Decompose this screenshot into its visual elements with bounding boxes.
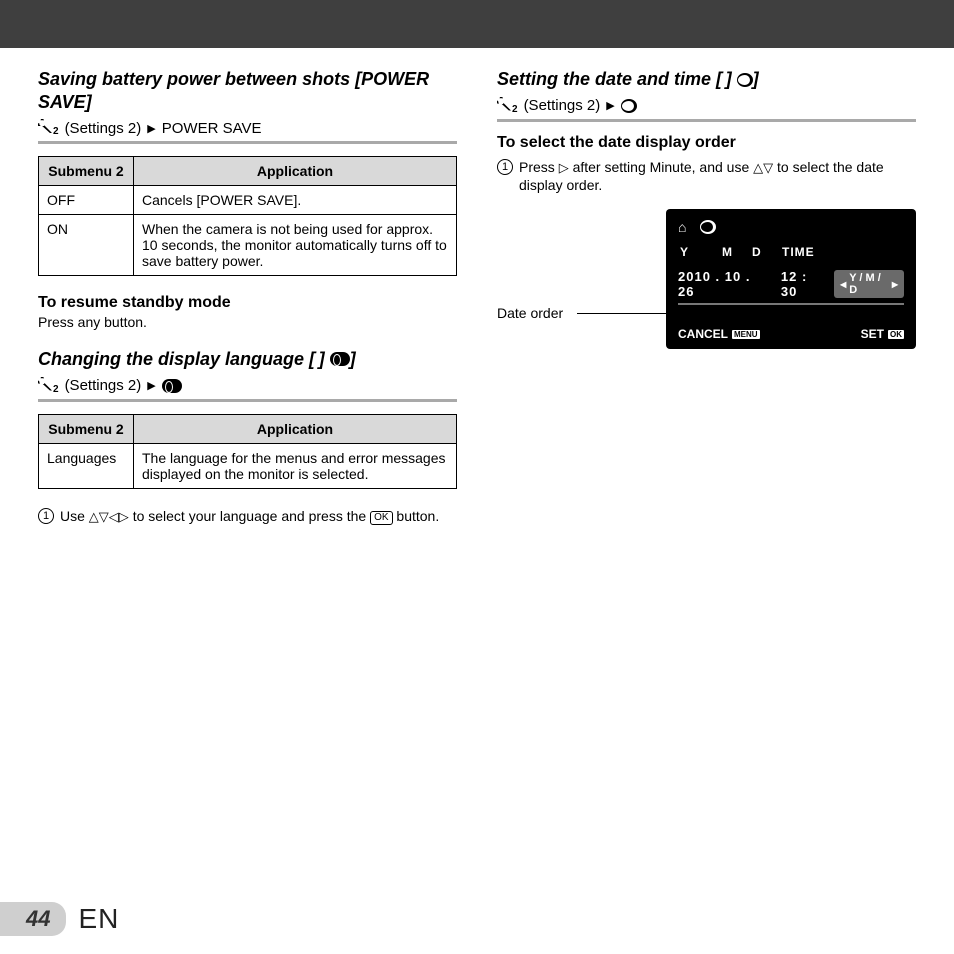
- language-table: Submenu 2 Application Languages The lang…: [38, 414, 457, 489]
- clock-icon: [621, 99, 637, 113]
- lcd-date: 2010 . 10 . 26: [678, 269, 767, 299]
- dpad-up-icon: △: [753, 160, 763, 175]
- callout-date-order: Date order: [497, 305, 563, 321]
- wrench-icon: 2: [38, 377, 59, 395]
- cell-languages: Languages: [39, 443, 134, 488]
- wrench-icon: 2: [38, 119, 59, 137]
- th-submenu: Submenu 2: [39, 157, 134, 186]
- cell-off: OFF: [39, 186, 134, 215]
- lcd-hdr-time: TIME: [782, 245, 815, 259]
- step-text: Press: [519, 159, 559, 175]
- th-submenu: Submenu 2: [39, 414, 134, 443]
- camera-lcd: ⌂ Y M D TIME 2010 . 10 . 26 12 : 30 ◀ Y …: [666, 209, 916, 349]
- page-number: 44: [0, 902, 66, 936]
- section-title-datetime-text: Setting the date and time [ ]: [497, 69, 732, 89]
- resume-text: Press any button.: [38, 314, 457, 330]
- dpad-right-icon: ▷: [559, 160, 569, 175]
- right-column: Setting the date and time [ ] ] 2 (Setti…: [497, 68, 916, 525]
- crumb-text: (Settings 2): [65, 377, 142, 394]
- wrench-icon: 2: [497, 97, 518, 115]
- clock-icon: [700, 220, 716, 234]
- dpad-right-icon: ▷: [119, 509, 129, 524]
- step-text: to select your language and press the: [133, 508, 370, 524]
- table-row: Languages The language for the menus and…: [39, 443, 457, 488]
- section-title-language: Changing the display language [ ] ]: [38, 348, 457, 371]
- section-title-datetime: Setting the date and time [ ] ]: [497, 68, 916, 91]
- language-step-1: 1 Use △▽◁▷ to select your language and p…: [38, 507, 457, 526]
- lcd-order-value: Y / M / D: [849, 272, 889, 296]
- date-order-heading: To select the date display order: [497, 134, 916, 152]
- globe-icon: [162, 379, 182, 393]
- lcd-cancel: CANCEL MENU: [678, 327, 760, 341]
- lcd-date-order-selector[interactable]: ◀ Y / M / D ▶: [834, 270, 904, 298]
- crumb-text: (Settings 2): [65, 120, 142, 137]
- step-text: button.: [396, 508, 439, 524]
- th-application: Application: [134, 414, 457, 443]
- lcd-hdr-m: M: [722, 245, 752, 259]
- page-language: EN: [78, 903, 119, 935]
- dpad-left-icon: ◁: [109, 509, 119, 524]
- lcd-time: 12 : 30: [781, 269, 826, 299]
- triangle-right-icon: ▶: [606, 99, 614, 112]
- lcd-cancel-label: CANCEL: [678, 327, 728, 341]
- globe-icon: [330, 352, 350, 366]
- step-number-icon: 1: [38, 508, 54, 524]
- top-bar: [0, 0, 954, 48]
- cell-on: ON: [39, 215, 134, 276]
- th-application: Application: [134, 157, 457, 186]
- page-footer: 44 EN: [0, 902, 119, 936]
- left-column: Saving battery power between shots [POWE…: [38, 68, 457, 525]
- lcd-divider: [678, 303, 904, 305]
- step-text: Use: [60, 508, 89, 524]
- lcd-set-label: SET: [861, 327, 884, 341]
- cell-off-desc: Cancels [POWER SAVE].: [134, 186, 457, 215]
- home-icon: ⌂: [678, 219, 686, 235]
- breadcrumb-datetime: 2 (Settings 2) ▶: [497, 97, 916, 122]
- dpad-down-icon: ▽: [99, 509, 109, 524]
- table-row: ON When the camera is not being used for…: [39, 215, 457, 276]
- lcd-hdr-d: D: [752, 245, 782, 259]
- ok-button-icon: OK: [370, 511, 392, 525]
- breadcrumb-power-save: 2 (Settings 2) ▶ POWER SAVE: [38, 119, 457, 144]
- cell-languages-desc: The language for the menus and error mes…: [134, 443, 457, 488]
- crumb-text: (Settings 2): [524, 97, 601, 114]
- section-title-language-text: Changing the display language [ ]: [38, 349, 325, 369]
- dpad-down-icon: ▽: [763, 160, 773, 175]
- lcd-hdr-y: Y: [680, 245, 722, 259]
- section-title-power-save: Saving battery power between shots [POWE…: [38, 68, 457, 113]
- ok-chip-icon: OK: [888, 330, 904, 339]
- lcd-figure: Date order ⌂ Y M D TIME 2010 . 10 . 26 1…: [497, 209, 916, 379]
- triangle-right-icon: ▶: [147, 379, 155, 392]
- triangle-right-icon: ▶: [892, 280, 898, 289]
- page-body: Saving battery power between shots [POWE…: [0, 48, 954, 525]
- table-row: OFF Cancels [POWER SAVE].: [39, 186, 457, 215]
- power-save-table: Submenu 2 Application OFF Cancels [POWER…: [38, 156, 457, 276]
- step-text: after setting Minute, and use: [573, 159, 754, 175]
- triangle-left-icon: ◀: [840, 280, 846, 289]
- step-number-icon: 1: [497, 159, 513, 175]
- menu-chip-icon: MENU: [732, 330, 760, 339]
- cell-on-desc: When the camera is not being used for ap…: [134, 215, 457, 276]
- lcd-set: SET OK: [861, 327, 904, 341]
- triangle-right-icon: ▶: [147, 122, 155, 135]
- breadcrumb-language: 2 (Settings 2) ▶: [38, 377, 457, 402]
- clock-icon: [737, 73, 753, 87]
- resume-heading: To resume standby mode: [38, 294, 457, 312]
- crumb-target: POWER SAVE: [162, 120, 262, 137]
- date-order-step-1: 1 Press ▷ after setting Minute, and use …: [497, 158, 916, 196]
- dpad-up-icon: △: [89, 509, 99, 524]
